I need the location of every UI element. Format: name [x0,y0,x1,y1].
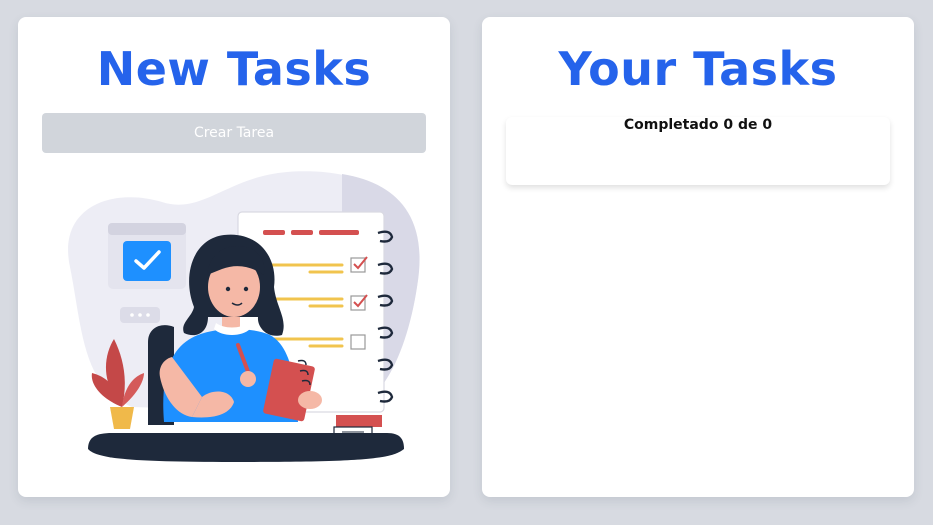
completed-count: 0 [723,117,734,133]
new-tasks-card: New Tasks Crear Tarea [18,17,450,497]
task-progress-text: Completado 0 de 0 [506,117,890,133]
total-count: 0 [762,117,773,133]
your-tasks-card: Your Tasks Completado 0 de 0 [482,17,914,497]
completed-label: Completado [623,117,719,133]
create-task-button[interactable]: Crear Tarea [42,113,426,153]
new-tasks-title: New Tasks [96,42,372,96]
of-label: de [737,117,758,133]
your-tasks-title: Your Tasks [558,42,838,96]
task-progress-box: Completado 0 de 0 [506,117,890,185]
page: New Tasks Crear Tarea Your Tasks Complet… [0,0,933,525]
woman-checklist-illustration-icon [68,171,420,462]
